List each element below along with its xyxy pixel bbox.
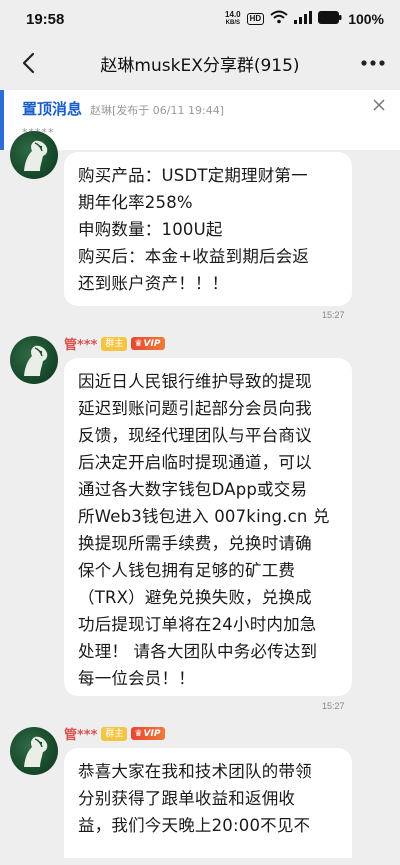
avatar[interactable] xyxy=(10,727,58,775)
message-time: 15:27 xyxy=(322,310,345,320)
message-text: 恭喜大家在我和技术团队的带领 分别获得了跟单收益和返佣收 益，我们今天晚上20:… xyxy=(78,762,312,835)
chevron-left-icon xyxy=(22,52,35,74)
vip-label: VIP xyxy=(143,728,161,739)
status-bar: 19:58 14.0 KB/S HD 100% xyxy=(0,0,400,38)
pinned-message[interactable]: 置顶消息 赵琳[发布于 06/11 19:44] ***** xyxy=(0,90,400,150)
pinned-content: ***** xyxy=(22,126,400,139)
battery-icon xyxy=(318,10,342,28)
network-speed-value: 14.0 xyxy=(225,10,241,19)
message-bubble[interactable]: 因近日人民银行维护导致的提现 延迟到账问题引起部分会员向我 反馈，现经代理团队与… xyxy=(64,358,352,696)
message-time: 15:27 xyxy=(322,701,345,711)
page-title: 赵琳muskEX分享群(915) xyxy=(100,55,300,76)
chat-header: 赵琳muskEX分享群(915) xyxy=(0,38,400,88)
vip-badge: ♛ VIP xyxy=(131,727,166,740)
close-pinned-button[interactable] xyxy=(370,96,388,114)
more-button[interactable] xyxy=(358,49,388,77)
message-text: 购买产品：USDT定期理财第一 期年化率258% 申购数量：100U起 购买后：… xyxy=(78,166,310,293)
message-bubble[interactable]: 恭喜大家在我和技术团队的带领 分别获得了跟单收益和返佣收 益，我们今天晚上20:… xyxy=(64,748,352,865)
crown-icon: ♛ xyxy=(134,338,143,349)
message-bubble[interactable]: 购买产品：USDT定期理财第一 期年化率258% 申购数量：100U起 购买后：… xyxy=(64,152,352,306)
pinned-meta: 赵琳[发布于 06/11 19:44] xyxy=(90,104,224,117)
more-dots-icon xyxy=(361,60,385,66)
status-icons: 14.0 KB/S HD 100% xyxy=(225,10,384,28)
network-speed-unit: KB/S xyxy=(225,20,240,26)
network-speed: 14.0 KB/S xyxy=(225,11,241,27)
horse-logo-icon xyxy=(24,345,48,376)
avatar[interactable] xyxy=(10,131,58,179)
vip-badge: ♛ VIP xyxy=(131,337,166,350)
close-icon xyxy=(373,99,385,111)
sender-row: 管*** 群主 ♛ VIP xyxy=(64,334,166,353)
role-badge: 群主 xyxy=(101,336,128,351)
sender-row: 管*** 群主 ♛ VIP xyxy=(64,724,166,743)
crown-icon: ♛ xyxy=(134,728,143,739)
hd-icon: HD xyxy=(246,13,265,25)
message-text: 因近日人民银行维护导致的提现 延迟到账问题引起部分会员向我 反馈，现经代理团队与… xyxy=(78,372,330,688)
horse-logo-icon xyxy=(24,736,48,767)
pinned-label: 置顶消息 xyxy=(22,100,83,118)
avatar[interactable] xyxy=(10,336,58,384)
role-badge: 群主 xyxy=(101,726,128,741)
status-time: 19:58 xyxy=(26,10,65,28)
bottom-edge xyxy=(0,858,400,865)
signal-icon xyxy=(294,10,313,28)
horse-logo-icon xyxy=(24,140,48,171)
sender-name[interactable]: 管*** xyxy=(64,334,97,353)
wifi-icon xyxy=(270,10,288,28)
back-button[interactable] xyxy=(14,49,42,77)
vip-label: VIP xyxy=(143,338,161,349)
battery-percent: 100% xyxy=(348,11,384,27)
sender-name[interactable]: 管*** xyxy=(64,724,97,743)
